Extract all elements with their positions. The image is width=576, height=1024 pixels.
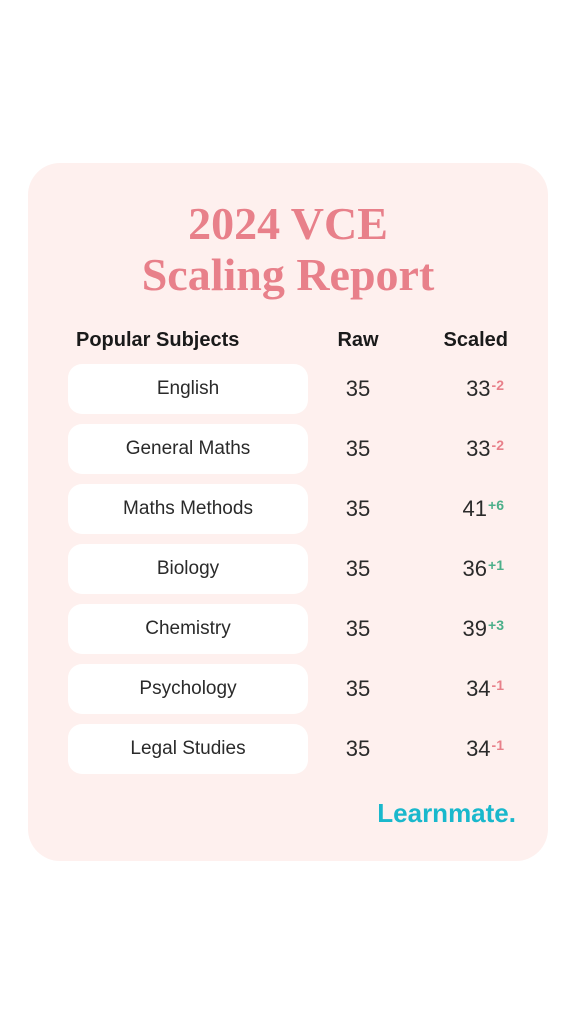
delta-badge: -1 — [492, 677, 504, 693]
scaled-cell: 34-1 — [408, 736, 508, 762]
subject-cell: Psychology — [68, 664, 308, 714]
delta-badge: -1 — [492, 737, 504, 753]
scaled-value: 36 — [463, 556, 487, 582]
scaled-value: 33 — [466, 376, 490, 402]
subject-cell: General Maths — [68, 424, 308, 474]
table-row: Biology3536+1 — [60, 544, 516, 594]
raw-cell: 35 — [308, 736, 408, 762]
table-row: General Maths3533-2 — [60, 424, 516, 474]
raw-cell: 35 — [308, 616, 408, 642]
subject-cell: Legal Studies — [68, 724, 308, 774]
scaled-cell: 34-1 — [408, 676, 508, 702]
delta-badge: -2 — [492, 437, 504, 453]
scaled-value: 39 — [463, 616, 487, 642]
scaled-value: 34 — [466, 676, 490, 702]
raw-cell: 35 — [308, 676, 408, 702]
table-row: Psychology3534-1 — [60, 664, 516, 714]
subject-cell: Maths Methods — [68, 484, 308, 534]
delta-badge: +3 — [488, 617, 504, 633]
header-scaled: Scaled — [408, 329, 508, 352]
scaled-cell: 41+6 — [408, 496, 508, 522]
scaled-cell: 39+3 — [408, 616, 508, 642]
scaled-value: 34 — [466, 736, 490, 762]
header-raw: Raw — [308, 329, 408, 352]
delta-badge: +6 — [488, 497, 504, 513]
table-row: English3533-2 — [60, 364, 516, 414]
report-title: 2024 VCE Scaling Report — [60, 199, 516, 300]
header-subject: Popular Subjects — [76, 329, 308, 352]
branding-label: Learnmate. — [60, 798, 516, 829]
scaled-cell: 36+1 — [408, 556, 508, 582]
delta-badge: +1 — [488, 557, 504, 573]
table-row: Chemistry3539+3 — [60, 604, 516, 654]
scaled-value: 41 — [463, 496, 487, 522]
table-row: Maths Methods3541+6 — [60, 484, 516, 534]
subject-cell: Chemistry — [68, 604, 308, 654]
raw-cell: 35 — [308, 376, 408, 402]
table-header: Popular Subjects Raw Scaled — [60, 329, 516, 364]
report-card: 2024 VCE Scaling Report Popular Subjects… — [28, 163, 548, 860]
raw-cell: 35 — [308, 436, 408, 462]
scaled-cell: 33-2 — [408, 376, 508, 402]
delta-badge: -2 — [492, 377, 504, 393]
rows-container: English3533-2General Maths3533-2Maths Me… — [60, 364, 516, 774]
raw-cell: 35 — [308, 556, 408, 582]
raw-cell: 35 — [308, 496, 408, 522]
table-row: Legal Studies3534-1 — [60, 724, 516, 774]
scaled-cell: 33-2 — [408, 436, 508, 462]
subject-cell: English — [68, 364, 308, 414]
subject-cell: Biology — [68, 544, 308, 594]
scaled-value: 33 — [466, 436, 490, 462]
